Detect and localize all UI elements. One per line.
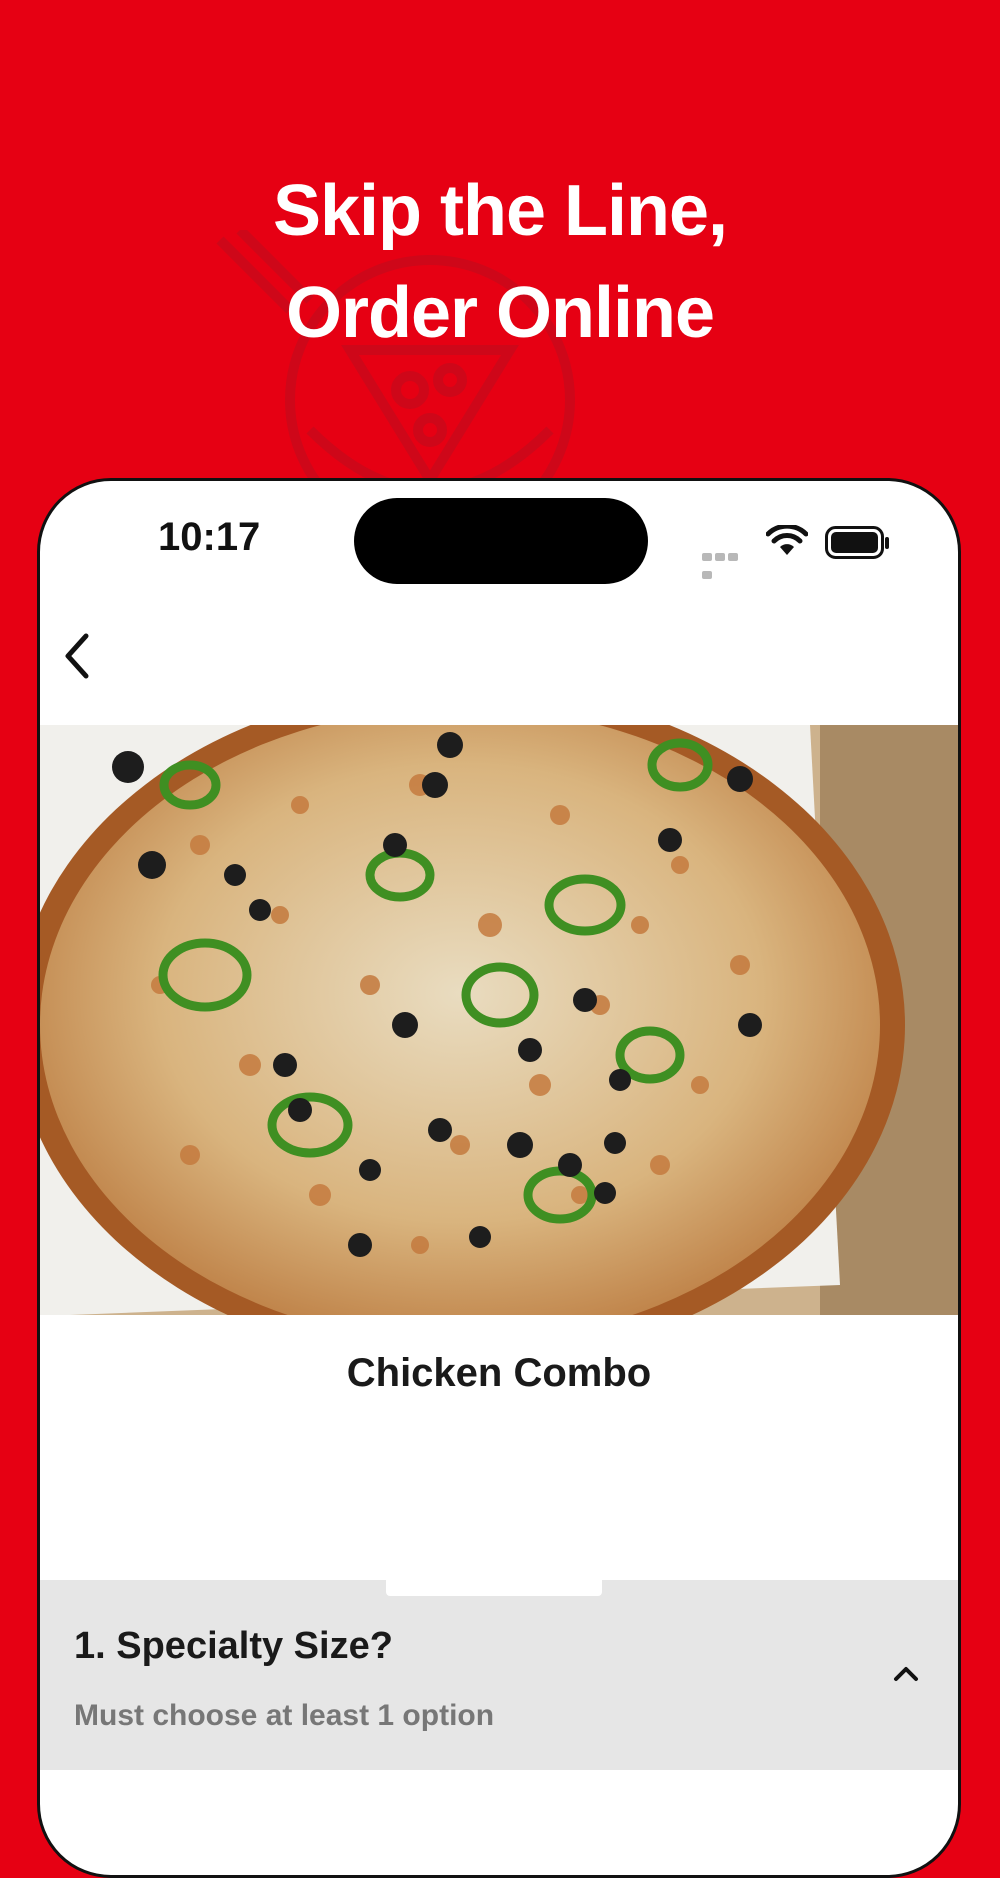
chevron-left-icon [65,633,89,679]
option-group-specialty-size[interactable] [40,1580,958,1770]
promo-headline-line1: Skip the Line, [272,171,728,251]
chevron-up-icon[interactable] [886,1653,926,1693]
promo-headline-line2: Order Online [285,273,715,353]
item-photo [40,725,958,1315]
promo-headline: Skip the Line, Order Online [0,160,1000,364]
cellular-signal-icon [702,548,752,579]
back-button[interactable] [52,621,102,691]
option-group-requirement: Must choose at least 1 option [74,1699,495,1732]
section-grabber [386,1580,602,1596]
wifi-icon [766,525,808,555]
item-name: Chicken Combo [346,1351,652,1395]
pizza-image [40,725,958,1315]
status-time: 10:17 [158,515,261,559]
battery-icon [825,526,889,559]
phone-frame: 10:17 Chicken Combo 1. Specialty Size? M… [37,478,961,1878]
dynamic-island [354,498,648,584]
option-group-title: 1. Specialty Size? [74,1625,393,1667]
